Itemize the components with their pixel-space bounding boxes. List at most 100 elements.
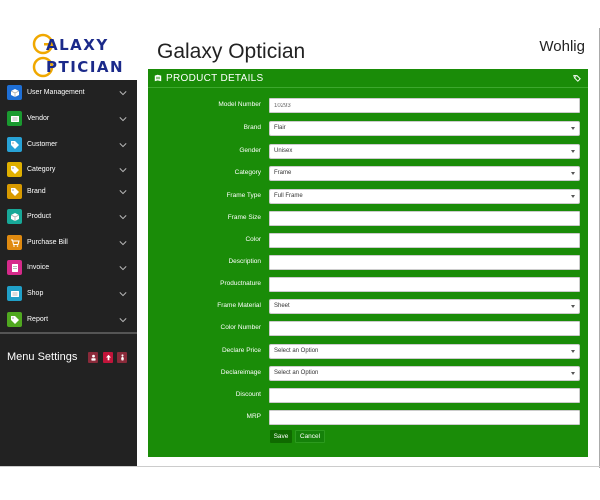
gender-select[interactable]: Unisex — [269, 144, 580, 159]
sidebar-item-brand[interactable]: Brand — [0, 179, 137, 204]
chevron-down-icon[interactable] — [119, 290, 127, 298]
menu-settings-label: Menu Settings — [7, 351, 78, 363]
frame-type-label: Frame Type — [226, 192, 261, 199]
chevron-down-icon[interactable] — [119, 188, 127, 196]
model-number-label: Model Number — [218, 101, 261, 108]
sidebar-divider — [0, 332, 137, 334]
color-number-label: Color Number — [220, 324, 261, 331]
sidebar-item-label: Customer — [27, 141, 58, 148]
frame-material-selected-value: Sheet — [274, 303, 290, 309]
form-row-model-number: Model Number — [148, 98, 588, 113]
upload-icon[interactable] — [103, 352, 113, 363]
color-number-input[interactable] — [269, 321, 580, 336]
description-input[interactable] — [269, 255, 580, 270]
document-icon — [7, 260, 22, 275]
form-row-frame-size: Frame Size — [148, 211, 588, 226]
declareimage-label: Declareimage — [220, 369, 261, 376]
logo-text-line1: ALAXY — [46, 36, 109, 54]
cancel-button[interactable]: Cancel — [295, 430, 325, 443]
tag-icon — [7, 184, 22, 199]
frame-type-selected-value: Full Frame — [274, 193, 303, 199]
tag-icon — [7, 162, 22, 177]
menu-settings: Menu Settings — [0, 342, 137, 372]
category-select[interactable]: Frame — [269, 166, 580, 181]
sidebar-item-purchase-bill[interactable]: Purchase Bill — [0, 230, 137, 255]
book-icon — [154, 74, 162, 82]
person-icon[interactable] — [117, 352, 127, 363]
tag-icon — [7, 137, 22, 152]
brand-selected-value: Flair — [274, 125, 286, 131]
app-logo[interactable]: ALAXY PTICIAN — [0, 28, 137, 80]
chevron-down-icon[interactable] — [119, 166, 127, 174]
form-row-frame-type: Frame Type Full Frame — [148, 189, 588, 204]
caret-down-icon — [571, 305, 575, 308]
tag-icon[interactable] — [573, 74, 581, 82]
category-selected-value: Frame — [274, 170, 292, 176]
save-button[interactable]: Save — [270, 430, 292, 443]
frame-size-label: Frame Size — [227, 214, 261, 221]
sidebar-item-report[interactable]: Report — [0, 307, 137, 332]
model-number-input[interactable] — [269, 98, 580, 113]
chevron-down-icon[interactable] — [119, 141, 127, 149]
mrp-input[interactable] — [269, 410, 580, 425]
discount-input[interactable] — [269, 388, 580, 403]
brand-select[interactable]: Flair — [269, 121, 580, 136]
panel-header: PRODUCT DETAILS — [148, 69, 588, 88]
frame-material-label: Frame Material — [217, 302, 261, 309]
sidebar: User Management Vendor Customer Category Bra… — [0, 80, 137, 466]
sidebar-item-shop[interactable]: Shop — [0, 281, 137, 306]
logo-text-line2: PTICIAN — [46, 58, 125, 76]
tag-icon — [7, 312, 22, 327]
form-row-declare-price: Declare Price Select an Option — [148, 344, 588, 359]
caret-down-icon — [571, 172, 575, 175]
chevron-down-icon[interactable] — [119, 239, 127, 247]
description-label: Description — [228, 258, 261, 265]
divider — [0, 466, 600, 467]
sidebar-item-invoice[interactable]: Invoice — [0, 255, 137, 280]
frame-type-select[interactable]: Full Frame — [269, 189, 580, 204]
chevron-down-icon[interactable] — [119, 316, 127, 324]
caret-down-icon — [571, 127, 575, 130]
category-label: Category — [234, 169, 261, 176]
discount-label: Discount — [235, 391, 261, 398]
cart-icon — [7, 235, 22, 250]
color-label: Color — [245, 236, 261, 243]
chevron-down-icon[interactable] — [119, 89, 127, 97]
brand-label: Brand — [243, 124, 261, 131]
sidebar-item-product[interactable]: Product — [0, 204, 137, 229]
page-title: Galaxy Optician — [157, 40, 306, 63]
page: ALAXY PTICIAN Galaxy Optician Wohlig Use… — [0, 0, 600, 500]
frame-material-select[interactable]: Sheet — [269, 299, 580, 314]
declare-price-select[interactable]: Select an Option — [269, 344, 580, 359]
list-icon — [7, 111, 22, 126]
sidebar-item-label: Product — [27, 213, 52, 220]
form-row-declareimage: Declareimage Select an Option — [148, 366, 588, 381]
sidebar-item-vendor[interactable]: Vendor — [0, 106, 137, 131]
panel-title: PRODUCT DETAILS — [166, 73, 264, 84]
form-row-description: Description — [148, 255, 588, 270]
gender-selected-value: Unisex — [274, 148, 293, 154]
frame-size-input[interactable] — [269, 211, 580, 226]
sidebar-item-label: Brand — [27, 188, 46, 195]
form-row-brand: Brand Flair — [148, 121, 588, 136]
sidebar-item-label: Purchase Bill — [27, 239, 68, 246]
sidebar-item-label: Shop — [27, 290, 44, 297]
chevron-down-icon[interactable] — [119, 264, 127, 272]
sidebar-item-label: Category — [27, 166, 56, 173]
caret-down-icon — [571, 372, 575, 375]
sidebar-item-user-management[interactable]: User Management — [0, 80, 137, 105]
sidebar-item-customer[interactable]: Customer — [0, 132, 137, 157]
form-row-productnature: Productnature — [148, 277, 588, 292]
productnature-input[interactable] — [269, 277, 580, 292]
chevron-down-icon[interactable] — [119, 115, 127, 123]
user-settings-icon[interactable] — [88, 352, 98, 363]
color-input[interactable] — [269, 233, 580, 248]
form-row-mrp: MRP — [148, 410, 588, 425]
list-icon — [7, 286, 22, 301]
declareimage-select[interactable]: Select an Option — [269, 366, 580, 381]
caret-down-icon — [571, 350, 575, 353]
user-name[interactable]: Wohlig — [539, 38, 585, 55]
declareimage-selected-value: Select an Option — [274, 370, 319, 376]
chevron-down-icon[interactable] — [119, 213, 127, 221]
form-row-color: Color — [148, 233, 588, 248]
